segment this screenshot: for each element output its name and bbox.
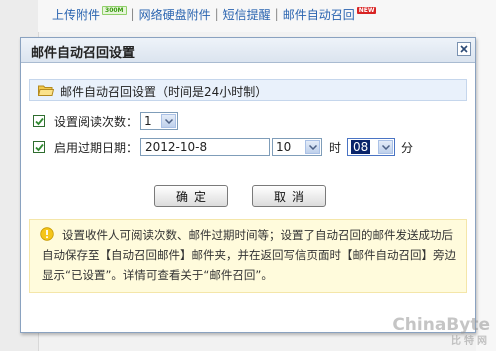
ok-button[interactable]: 确定 xyxy=(154,185,228,207)
expire-date-checkbox[interactable] xyxy=(33,141,45,153)
page-right-edge xyxy=(476,32,496,351)
close-button[interactable] xyxy=(457,42,471,56)
notice-box: 设置收件人可阅读次数、邮件过期时间等；设置了自动召回的邮件发送成功后自动保存至【… xyxy=(29,219,467,293)
cancel-button-label: 取消 xyxy=(273,189,310,204)
watermark-logo: ChinaByte 比特网 xyxy=(392,315,490,347)
folder-icon xyxy=(38,85,54,96)
sms-reminder-link[interactable]: 短信提醒 xyxy=(223,6,271,23)
upload-attachment-link[interactable]: 上传附件 xyxy=(52,6,100,23)
link-separator: | xyxy=(274,7,279,21)
cancel-button[interactable]: 取消 xyxy=(252,185,326,207)
hour-unit: 时 xyxy=(329,140,342,155)
auto-recall-dialog: 邮件自动召回设置 邮件自动召回设置（时间是24小时制） 设置阅读次数： 1 启用… xyxy=(20,37,476,333)
auto-recall-link[interactable]: 邮件自动召回 xyxy=(283,6,355,23)
expire-date-input[interactable]: 2012-10-8 xyxy=(140,138,271,156)
minute-value: 08 xyxy=(351,140,371,154)
dialog-title: 邮件自动召回设置 xyxy=(31,46,136,61)
ok-button-label: 确定 xyxy=(175,189,212,204)
attachment-links: 上传附件 300M | 网络硬盘附件 | 短信提醒 | 邮件自动召回 NEW xyxy=(52,5,377,23)
chevron-down-icon xyxy=(161,114,177,128)
link-separator: | xyxy=(214,7,219,21)
section-title: 邮件自动召回设置（时间是24小时制） xyxy=(60,85,268,99)
read-count-checkbox[interactable] xyxy=(33,115,45,127)
dialog-header: 邮件自动召回设置 xyxy=(21,38,475,63)
chevron-down-icon xyxy=(378,140,394,154)
size-badge: 300M xyxy=(102,5,127,15)
chevron-down-icon xyxy=(305,140,321,154)
notice-text: 设置收件人可阅读次数、邮件过期时间等；设置了自动召回的邮件发送成功后自动保存至【… xyxy=(42,228,456,282)
link-separator: | xyxy=(130,7,135,21)
read-count-value: 1 xyxy=(144,114,152,128)
read-count-row: 设置阅读次数： 1 xyxy=(33,111,179,131)
minute-unit: 分 xyxy=(401,140,414,155)
checkmark-icon xyxy=(34,143,44,151)
new-badge: NEW xyxy=(356,6,377,14)
netdisk-attachment-link[interactable]: 网络硬盘附件 xyxy=(139,6,211,23)
expire-date-label: 启用过期日期： xyxy=(54,140,139,155)
expire-date-row: 启用过期日期： 2012-10-8 10 时 08 分 xyxy=(33,137,415,157)
hour-select[interactable]: 10 xyxy=(272,138,323,156)
close-icon xyxy=(460,45,468,53)
read-count-select[interactable]: 1 xyxy=(140,112,179,130)
hour-value: 10 xyxy=(276,140,292,154)
minute-select[interactable]: 08 xyxy=(347,138,396,156)
section-header: 邮件自动召回设置（时间是24小时制） xyxy=(29,79,467,101)
read-count-label: 设置阅读次数： xyxy=(54,114,139,129)
checkmark-icon xyxy=(34,117,44,125)
